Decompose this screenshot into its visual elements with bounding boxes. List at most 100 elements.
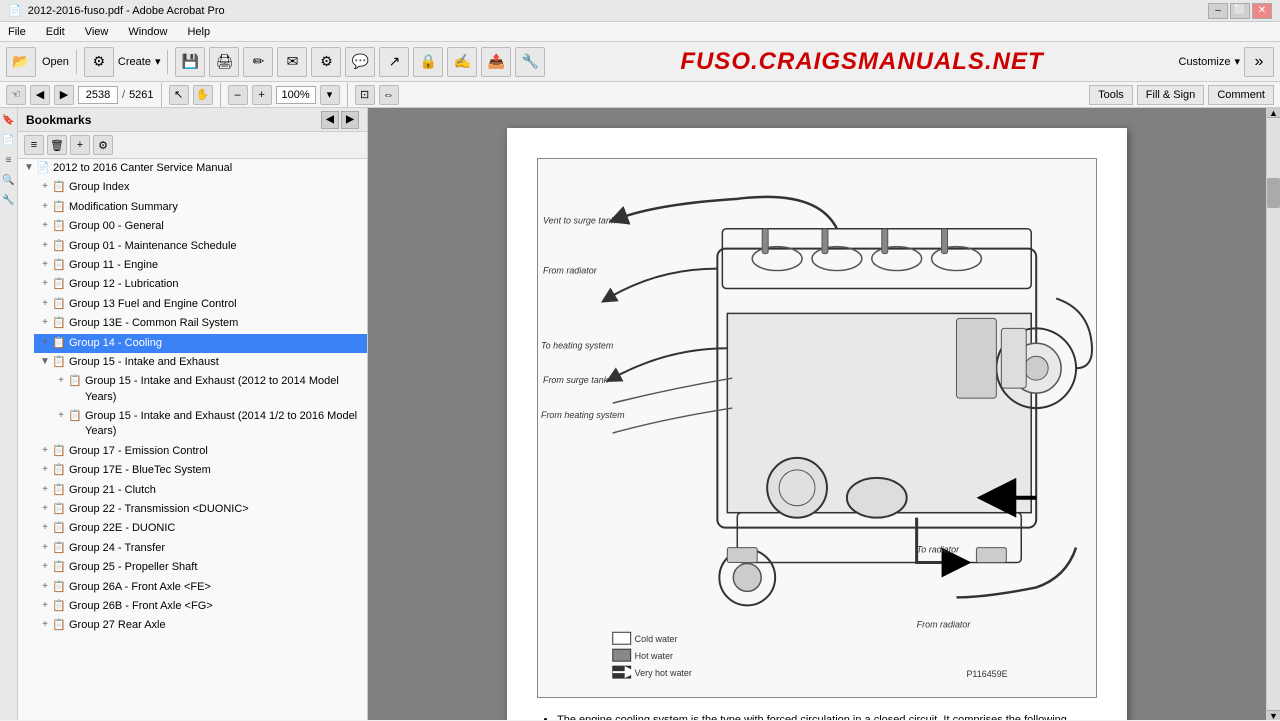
save-button[interactable]: 💾 (175, 47, 205, 77)
toggle[interactable]: + (38, 336, 52, 350)
hand-tool[interactable]: ✋ (193, 85, 213, 105)
content-area[interactable]: Vent to surge tank From radiator To heat… (368, 108, 1266, 720)
list-item[interactable]: ▼ 📋 Group 15 - Intake and Exhaust (34, 353, 367, 372)
selected-item[interactable]: + 📋 Group 14 - Cooling (34, 334, 367, 353)
list-item[interactable]: + 📋 Group 15 - Intake and Exhaust (2014 … (50, 407, 367, 442)
tree-root[interactable]: ▼ 📄 2012 to 2016 Canter Service Manual (18, 159, 367, 178)
select-tool[interactable]: ↖ (169, 85, 189, 105)
right-scrollbar[interactable]: ▲ ▼ (1266, 108, 1280, 720)
page-number-input[interactable]: 2538 (78, 86, 118, 104)
settings-button[interactable]: ⚙ (311, 47, 341, 77)
toggle[interactable]: + (54, 409, 68, 423)
nav-hand-back[interactable]: ☜ (6, 85, 26, 105)
zoom-dropdown[interactable]: ▾ (320, 85, 340, 105)
page-icon[interactable]: 📄 (1, 132, 17, 148)
list-item[interactable]: + 📋 Group 21 - Clutch (34, 481, 367, 500)
list-view-btn[interactable]: ≡ (24, 135, 44, 155)
list-item[interactable]: + 📋 Group 26A - Front Axle <FE> (34, 578, 367, 597)
bookmark-tree[interactable]: ▼ 📄 2012 to 2016 Canter Service Manual +… (18, 159, 367, 720)
zoom-input[interactable]: 100% (276, 86, 316, 104)
email-button[interactable]: ✉ (277, 47, 307, 77)
print-button[interactable]: 🖨 (209, 47, 239, 77)
scroll-up-btn[interactable]: ▲ (1267, 108, 1280, 118)
menu-help[interactable]: Help (183, 24, 214, 40)
edit-button[interactable]: ✏ (243, 47, 273, 77)
customize-arrow[interactable]: ▾ (1234, 55, 1240, 68)
customize-label[interactable]: Customize (1179, 56, 1231, 68)
list-item[interactable]: + 📋 Group 26B - Front Axle <FG> (34, 597, 367, 616)
list-item[interactable]: + 📋 Group 13 Fuel and Engine Control (34, 295, 367, 314)
fit-page[interactable]: ⊡ (355, 85, 375, 105)
delete-btn[interactable]: 🗑 (47, 135, 67, 155)
comment-btn[interactable]: Comment (1208, 85, 1274, 105)
toggle[interactable]: + (38, 599, 52, 613)
tools-side-icon[interactable]: 🔧 (1, 192, 17, 208)
toggle[interactable]: + (38, 239, 52, 253)
zoom-in[interactable]: + (252, 85, 272, 105)
toggle[interactable]: + (38, 219, 52, 233)
list-item[interactable]: + 📋 Group 27 Rear Axle (34, 616, 367, 635)
minimize-button[interactable]: – (1208, 3, 1228, 19)
toggle[interactable]: + (38, 541, 52, 555)
toggle[interactable]: + (38, 580, 52, 594)
list-item[interactable]: + 📋 Group 17 - Emission Control (34, 442, 367, 461)
scroll-thumb[interactable] (1267, 178, 1280, 208)
toggle[interactable]: + (38, 297, 52, 311)
menu-file[interactable]: File (4, 24, 30, 40)
list-item[interactable]: + 📋 Group 15 - Intake and Exhaust (2012 … (50, 372, 367, 407)
zoom-out[interactable]: – (228, 85, 248, 105)
list-item[interactable]: + 📋 Group 22E - DUONIC (34, 519, 367, 538)
toggle[interactable]: + (38, 483, 52, 497)
nav-forward[interactable]: ▶ (54, 85, 74, 105)
toggle[interactable]: + (38, 502, 52, 516)
restore-button[interactable]: ⬜ (1230, 3, 1250, 19)
list-item[interactable]: + 📋 Modification Summary (34, 198, 367, 217)
fill-sign-btn[interactable]: Fill & Sign (1137, 85, 1205, 105)
toggle[interactable]: + (38, 258, 52, 272)
toggle[interactable]: + (38, 444, 52, 458)
tools-btn[interactable]: Tools (1089, 85, 1133, 105)
create-button[interactable]: ⚙ (84, 47, 114, 77)
fit-width[interactable]: ⇔ (379, 85, 399, 105)
bookmark-icon[interactable]: 🔖 (1, 112, 17, 128)
close-button[interactable]: ✕ (1252, 3, 1272, 19)
toggle[interactable]: + (38, 180, 52, 194)
toggle[interactable]: + (38, 560, 52, 574)
root-toggle[interactable]: ▼ (22, 161, 36, 175)
scroll-track[interactable] (1267, 118, 1280, 710)
list-item[interactable]: + 📋 Group 12 - Lubrication (34, 275, 367, 294)
list-item[interactable]: + 📋 Group 17E - BlueTec System (34, 461, 367, 480)
toggle[interactable]: + (38, 316, 52, 330)
export-btn[interactable]: 📤 (481, 47, 511, 77)
list-item[interactable]: + 📋 Group 13E - Common Rail System (34, 314, 367, 333)
expand-panel-btn[interactable]: ▶ (341, 111, 359, 129)
open-button[interactable]: 📂 (6, 47, 36, 77)
list-item[interactable]: + 📋 Group 25 - Propeller Shaft (34, 558, 367, 577)
list-item[interactable]: + 📋 Group 22 - Transmission <DUONIC> (34, 500, 367, 519)
toggle[interactable]: + (38, 200, 52, 214)
toggle[interactable]: + (38, 277, 52, 291)
collapse-btn[interactable]: ◀ (321, 111, 339, 129)
list-item[interactable]: + 📋 Group 24 - Transfer (34, 539, 367, 558)
scroll-down-btn[interactable]: ▼ (1267, 710, 1280, 720)
list-item[interactable]: + 📋 Group 11 - Engine (34, 256, 367, 275)
layers-icon[interactable]: ≡ (1, 152, 17, 168)
toggle[interactable]: + (38, 521, 52, 535)
search-icon[interactable]: 🔍 (1, 172, 17, 188)
list-item[interactable]: + 📋 Group Index (34, 178, 367, 197)
toggle[interactable]: + (38, 618, 52, 632)
more-tools-btn[interactable]: 🔧 (515, 47, 545, 77)
nav-back[interactable]: ◀ (30, 85, 50, 105)
protect-btn[interactable]: 🔒 (413, 47, 443, 77)
properties-btn[interactable]: ⚙ (93, 135, 113, 155)
add-btn[interactable]: + (70, 135, 90, 155)
list-item[interactable]: + 📋 Group 01 - Maintenance Schedule (34, 237, 367, 256)
toggle[interactable]: + (54, 374, 68, 388)
list-item[interactable]: + 📋 Group 00 - General (34, 217, 367, 236)
sign-btn[interactable]: ✍ (447, 47, 477, 77)
expand-btn[interactable]: » (1244, 47, 1274, 77)
share-btn[interactable]: ↗ (379, 47, 409, 77)
menu-window[interactable]: Window (124, 24, 171, 40)
toggle[interactable]: + (38, 463, 52, 477)
comment-btn[interactable]: 💬 (345, 47, 375, 77)
